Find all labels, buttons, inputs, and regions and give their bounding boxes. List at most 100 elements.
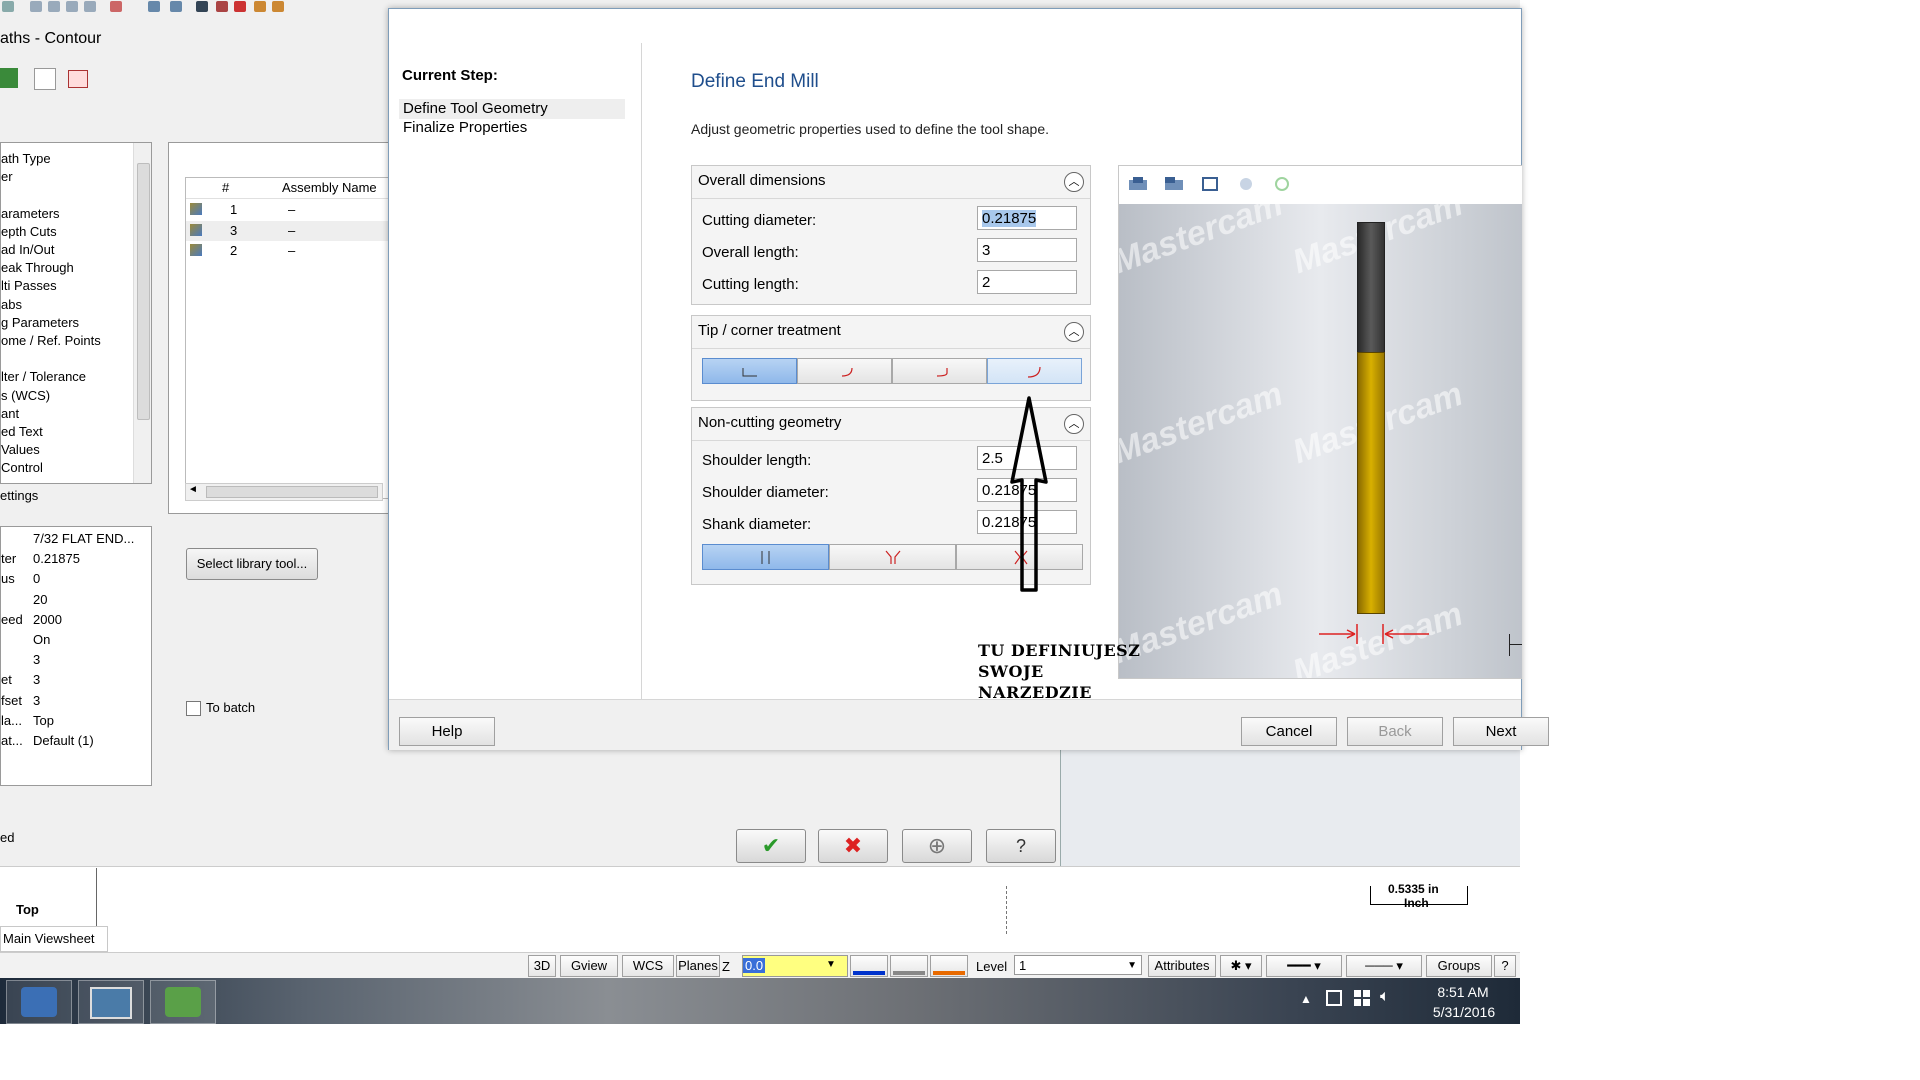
surface-color-button[interactable] xyxy=(930,955,968,977)
back-button[interactable]: Back xyxy=(1347,717,1443,746)
clock-date[interactable]: 5/31/2016 xyxy=(1424,1004,1504,1020)
step-define-tool-geometry[interactable]: Define Tool Geometry xyxy=(399,99,625,119)
toolbar-icon[interactable] xyxy=(30,1,42,12)
straight-shank-option[interactable] xyxy=(702,544,829,570)
view-front-icon[interactable] xyxy=(1127,174,1149,194)
flat-tip-option[interactable] xyxy=(702,358,797,384)
solid-color-button[interactable] xyxy=(890,955,928,977)
cancel-button[interactable]: Cancel xyxy=(1241,717,1337,746)
line-width-select[interactable]: ─── ▾ xyxy=(1346,955,1422,977)
tray-up-arrow-icon[interactable]: ▲ xyxy=(1300,992,1312,1006)
taskbar-mastercam-tool-icon[interactable] xyxy=(150,980,216,1024)
clock-time[interactable]: 8:51 AM xyxy=(1428,984,1498,1000)
toolbar-icon[interactable] xyxy=(254,1,266,12)
toolbar-icon[interactable] xyxy=(2,1,14,12)
table-row[interactable]: 3– xyxy=(186,220,400,241)
scroll-left-icon[interactable]: ◄ xyxy=(188,484,198,495)
table-row[interactable]: 2– xyxy=(186,241,400,261)
cancel-x-button[interactable]: ✖ xyxy=(818,829,888,863)
tree-item[interactable]: s (WCS) xyxy=(1,388,50,403)
toolbar-icon[interactable] xyxy=(48,1,60,12)
scroll-thumb[interactable] xyxy=(137,163,150,420)
scale-value: 0.5335 in xyxy=(1388,882,1439,896)
point-style-select[interactable]: ✱ ▾ xyxy=(1220,955,1262,977)
toolbar-icon[interactable] xyxy=(196,1,208,12)
taskbar-photo-icon[interactable] xyxy=(78,980,144,1024)
groups-button[interactable]: Groups xyxy=(1426,955,1492,977)
collapse-chevron-up-icon[interactable]: ︿ xyxy=(1064,414,1084,434)
view-iso-icon[interactable] xyxy=(1199,174,1221,194)
tree-item[interactable]: ad In/Out xyxy=(1,242,54,257)
next-button[interactable]: Next xyxy=(1453,717,1549,746)
step-finalize-properties[interactable]: Finalize Properties xyxy=(403,119,527,136)
assembly-hscrollbar[interactable]: ◄ xyxy=(185,483,383,501)
speaker-icon[interactable]: 🔈︎ xyxy=(1380,988,1390,1006)
select-library-tool-button[interactable]: Select library tool... xyxy=(186,548,318,580)
tapered-shank-option[interactable] xyxy=(829,544,956,570)
remove-icon[interactable] xyxy=(68,70,88,88)
corner-radius-small-option[interactable] xyxy=(797,358,892,384)
level-select[interactable]: 1 ▼ xyxy=(1014,955,1142,975)
planes-button[interactable]: Planes xyxy=(676,955,720,977)
ok-button[interactable]: ✔ xyxy=(736,829,806,863)
to-batch-checkbox[interactable] xyxy=(186,701,201,716)
help-question-button[interactable]: ? xyxy=(986,829,1056,863)
toolbar-icon[interactable] xyxy=(148,1,160,12)
toolbar-icon[interactable] xyxy=(84,1,96,12)
toolbar-icon[interactable] xyxy=(110,1,122,12)
help-button[interactable]: Help xyxy=(399,717,495,746)
add-button[interactable]: ⊕ xyxy=(902,829,972,863)
setting-key: eed xyxy=(1,611,23,627)
tool-preview-canvas[interactable]: Mastercam Mastercam Mastercam Mastercam … xyxy=(1119,185,1522,678)
tree-item[interactable]: lti Passes xyxy=(1,278,57,293)
tree-item[interactable]: g Parameters xyxy=(1,315,79,330)
collapse-chevron-up-icon[interactable]: ︿ xyxy=(1064,322,1084,342)
wcs-button[interactable]: WCS xyxy=(622,955,674,977)
tapered-shank-icon xyxy=(885,550,901,564)
tree-item[interactable]: ant xyxy=(1,406,19,421)
network-icon[interactable] xyxy=(1326,990,1342,1006)
ball-nose-option[interactable] xyxy=(987,358,1082,384)
row-number: 2 xyxy=(230,243,238,258)
toolbar-icon[interactable] xyxy=(272,1,284,12)
tree-item[interactable]: eak Through xyxy=(1,260,74,275)
overall-length-input[interactable]: 3 xyxy=(977,238,1077,262)
tree-scrollbar[interactable] xyxy=(133,143,151,483)
windows-flag-icon[interactable] xyxy=(1354,990,1370,1006)
attributes-button[interactable]: Attributes xyxy=(1148,955,1216,977)
tree-item[interactable]: lter / Tolerance xyxy=(1,369,86,384)
scroll-thumb[interactable] xyxy=(206,486,378,498)
line-style-select[interactable]: ━━━ ▾ xyxy=(1266,955,1342,977)
collapse-chevron-up-icon[interactable]: ︿ xyxy=(1064,172,1084,192)
toolpath-icon[interactable] xyxy=(0,68,18,88)
corner-radius-option[interactable] xyxy=(892,358,987,384)
gview-button[interactable]: Gview xyxy=(560,955,618,977)
main-viewsheet-tab[interactable]: Main Viewsheet xyxy=(0,926,108,952)
taskbar-mastercam-icon[interactable] xyxy=(6,980,72,1024)
cutting-diameter-input[interactable]: 0.21875 xyxy=(977,206,1077,230)
tree-item[interactable]: Control xyxy=(1,460,43,475)
chevron-down-icon[interactable]: ▼ xyxy=(826,959,836,970)
toolbar-icon[interactable] xyxy=(216,1,228,12)
color-button[interactable] xyxy=(850,955,888,977)
view-dim-icon[interactable] xyxy=(1235,174,1257,194)
tree-item[interactable]: ome / Ref. Points xyxy=(1,333,101,348)
3d-button[interactable]: 3D xyxy=(528,955,556,977)
preview-icon[interactable] xyxy=(34,68,56,90)
statusbar-help-button[interactable]: ? xyxy=(1494,955,1516,977)
toolbar-icon[interactable] xyxy=(234,1,246,12)
tree-item[interactable]: arameters xyxy=(1,206,60,221)
tree-item[interactable]: er xyxy=(1,169,13,184)
cutting-length-input[interactable]: 2 xyxy=(977,270,1077,294)
tree-item[interactable]: ed Text xyxy=(1,424,43,439)
tree-item[interactable]: epth Cuts xyxy=(1,224,57,239)
view-side-icon[interactable] xyxy=(1163,174,1185,194)
tree-item[interactable]: Values xyxy=(1,442,40,457)
toolbar-icon[interactable] xyxy=(170,1,182,12)
tree-item[interactable]: ath Type xyxy=(1,151,51,166)
corner-radius-icon xyxy=(936,368,948,377)
table-row[interactable]: 1– xyxy=(186,200,400,220)
z-depth-value: 0.0 xyxy=(743,958,766,973)
toolbar-icon[interactable] xyxy=(66,1,78,12)
tree-item[interactable]: abs xyxy=(1,297,22,312)
